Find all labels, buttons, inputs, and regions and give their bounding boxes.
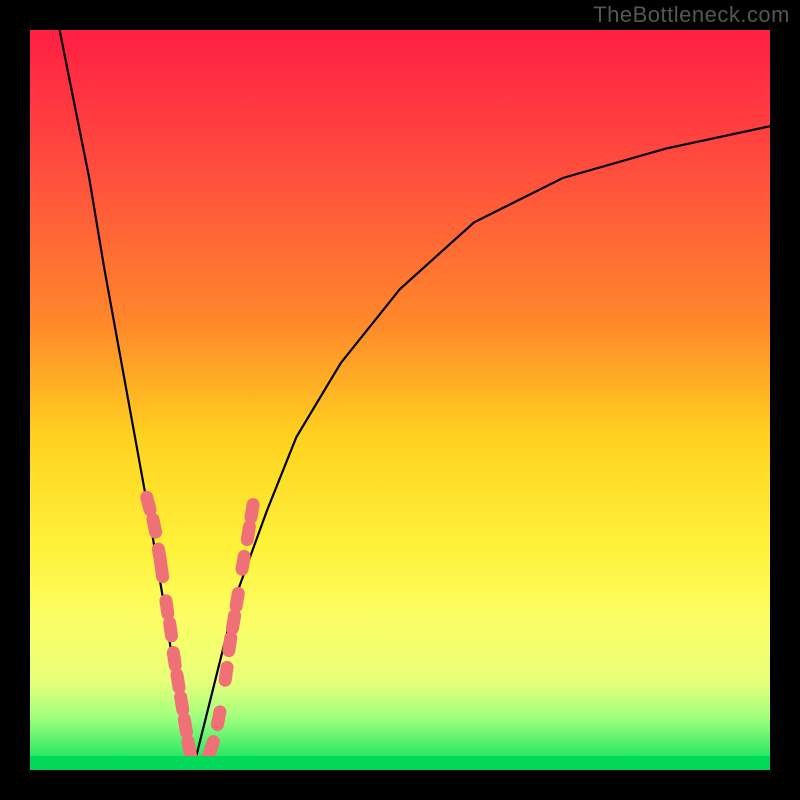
chart-frame: TheBottleneck.com <box>0 0 800 800</box>
curve-lines <box>60 30 770 770</box>
data-marker <box>229 586 246 614</box>
curve-markers <box>139 489 261 770</box>
plot-area <box>30 30 770 770</box>
data-marker <box>166 645 183 673</box>
data-marker <box>225 608 242 636</box>
data-marker <box>159 593 176 621</box>
data-marker <box>169 667 186 695</box>
data-marker <box>235 549 252 577</box>
data-marker <box>222 630 239 658</box>
curve-series-right-arm <box>193 126 770 770</box>
data-marker <box>153 556 170 584</box>
data-marker <box>210 704 228 732</box>
data-marker <box>177 712 194 740</box>
data-marker <box>162 616 179 644</box>
data-marker <box>145 512 163 540</box>
watermark-text: TheBottleneck.com <box>593 2 790 28</box>
data-marker <box>173 690 190 718</box>
no-bottleneck-band <box>30 756 770 770</box>
data-marker <box>243 497 260 525</box>
bottleneck-curve <box>30 30 770 770</box>
